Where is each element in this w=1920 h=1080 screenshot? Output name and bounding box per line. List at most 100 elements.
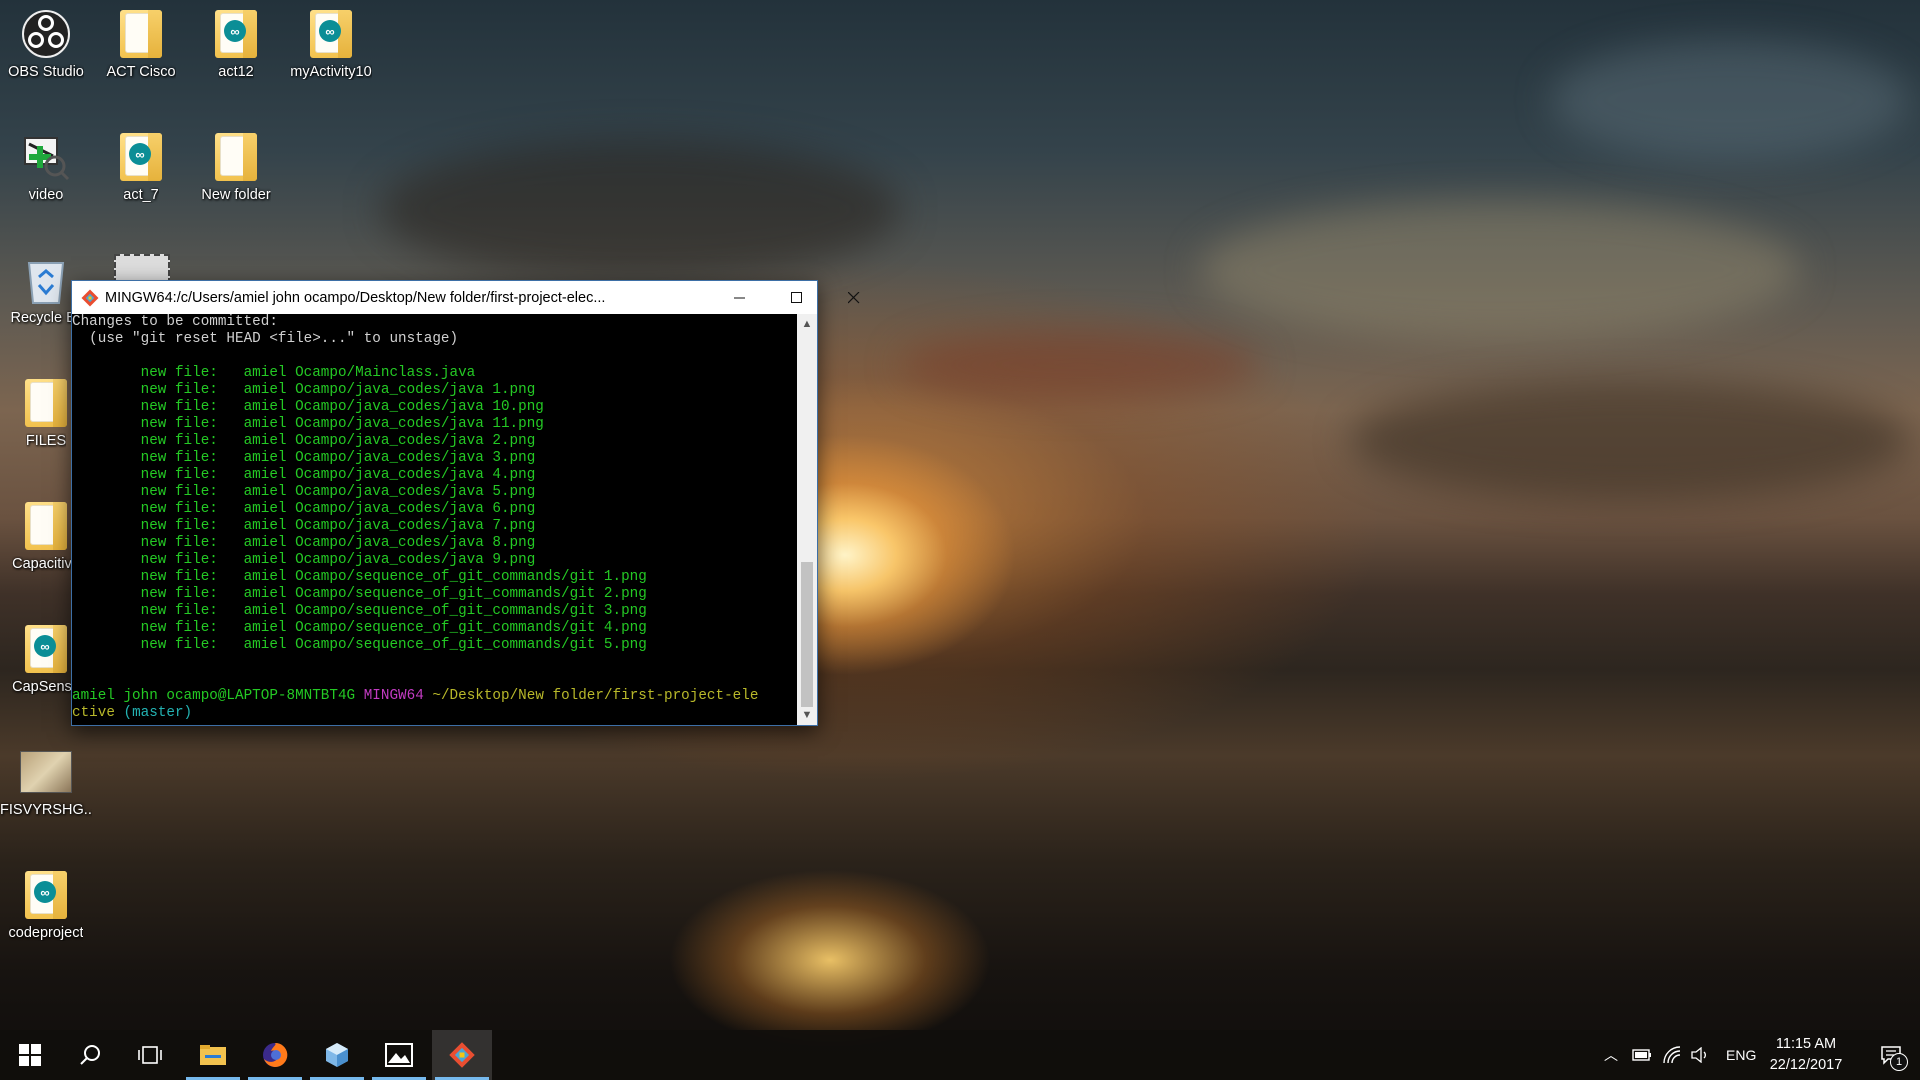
desktop-icon-obs-studio[interactable]: OBS Studio <box>0 8 92 80</box>
prompt-path-cont: ctive <box>72 705 115 721</box>
chevron-up-icon[interactable]: ︿ <box>1600 1045 1622 1065</box>
arduino-icon: ∞ <box>20 623 72 675</box>
staged-file-line: new file: amiel Ocampo/java_codes/java 5… <box>72 484 536 500</box>
icon-label: New folder <box>201 187 271 203</box>
search-button[interactable] <box>60 1030 120 1080</box>
staged-file-line: new file: amiel Ocampo/sequence_of_git_c… <box>72 569 647 585</box>
taskbar-photos[interactable] <box>369 1030 429 1080</box>
staged-file-line: new file: amiel Ocampo/java_codes/java 9… <box>72 552 536 568</box>
icon-label: Capacitive <box>12 556 80 572</box>
staged-file-line: new file: amiel Ocampo/java_codes/java 6… <box>72 501 536 517</box>
close-button[interactable] <box>825 281 882 314</box>
start-button[interactable] <box>0 1030 60 1080</box>
folder-icon <box>20 500 72 552</box>
desktop-icon-fisvyrshg[interactable]: FISVYRSHG... <box>0 746 92 818</box>
firefox-icon <box>263 1042 288 1067</box>
desktop-icon-act12[interactable]: ∞ act12 <box>190 8 282 80</box>
staged-file-line: new file: amiel Ocampo/sequence_of_git_c… <box>72 586 647 602</box>
taskbar-firefox[interactable] <box>245 1030 305 1080</box>
minimize-icon <box>733 297 745 298</box>
prompt-env: MINGW64 <box>363 688 424 704</box>
icon-label: act_7 <box>123 187 159 203</box>
clock[interactable]: 11:15 AM 22/12/2017 <box>1756 1030 1856 1080</box>
window-title: MINGW64:/c/Users/amiel john ocampo/Deskt… <box>105 289 606 306</box>
taskbar-file-explorer[interactable] <box>183 1030 243 1080</box>
staged-file-line: new file: amiel Ocampo/java_codes/java 3… <box>72 450 536 466</box>
staged-file-line: new file: amiel Ocampo/sequence_of_git_c… <box>72 637 647 653</box>
language-indicator[interactable]: ENG <box>1726 1047 1756 1063</box>
wifi-icon[interactable] <box>1662 1046 1682 1064</box>
desktop-icon-myactivity10[interactable]: ∞ myActivity10 <box>285 8 377 80</box>
desktop-icon-codeproject[interactable]: ∞ codeproject <box>0 869 92 941</box>
prompt-line: amiel john ocampo@LAPTOP-8MNTBT4G MINGW6… <box>72 688 796 705</box>
staged-file-line: new file: amiel Ocampo/java_codes/java 1… <box>72 399 544 415</box>
clock-time: 11:15 AM <box>1775 1036 1837 1052</box>
close-icon <box>847 291 859 303</box>
terminal-line: (use "git reset HEAD <file>..." to unsta… <box>72 331 459 347</box>
folder-icon <box>115 8 167 60</box>
prompt-line-cont: ctive (master) <box>72 705 796 722</box>
action-center-button[interactable]: 1 <box>1862 1030 1920 1080</box>
staged-file-line: new file: amiel Ocampo/java_codes/java 1… <box>72 416 544 432</box>
terminal-scrollbar[interactable]: ▲ ▼ <box>797 314 817 725</box>
file-explorer-icon <box>200 1045 226 1065</box>
scroll-down-arrow-icon[interactable]: ▼ <box>797 705 817 725</box>
prompt-user: amiel john ocampo@LAPTOP-8MNTBT4G <box>72 688 356 704</box>
image-thumbnail-icon <box>20 746 72 798</box>
arduino-icon: ∞ <box>20 869 72 921</box>
icon-label: act12 <box>218 64 254 80</box>
video-converter-icon <box>20 131 72 183</box>
obs-icon <box>20 8 72 60</box>
terminal-line: Changes to be committed: <box>72 314 278 330</box>
arduino-icon: ∞ <box>305 8 357 60</box>
icon-label: video <box>28 187 64 203</box>
icon-label: codeproject <box>8 925 84 941</box>
cloud <box>900 330 1260 400</box>
arduino-icon: ∞ <box>210 8 262 60</box>
notification-count-badge: 1 <box>1890 1053 1908 1071</box>
volume-icon[interactable] <box>1690 1047 1710 1063</box>
scrollbar-thumb[interactable] <box>801 562 813 707</box>
prompt-branch: (master) <box>123 705 193 721</box>
desktop-icon-new-folder[interactable]: New folder <box>190 131 282 203</box>
desktop-icon-video[interactable]: video <box>0 131 92 203</box>
git-bash-icon <box>449 1042 475 1068</box>
cloud <box>1200 200 1800 340</box>
cloud <box>380 140 900 280</box>
icon-label: FILES <box>25 433 67 449</box>
photos-icon <box>385 1043 413 1067</box>
staged-file-line: new file: amiel Ocampo/java_codes/java 1… <box>72 382 536 398</box>
cloud <box>1550 40 1910 160</box>
3d-builder-icon <box>326 1043 348 1067</box>
arduino-icon: ∞ <box>115 131 167 183</box>
maximize-icon <box>790 291 802 303</box>
window-titlebar[interactable]: MINGW64:/c/Users/amiel john ocampo/Deskt… <box>72 281 859 314</box>
folder-icon <box>20 377 72 429</box>
task-view-icon <box>138 1046 162 1064</box>
git-bash-window[interactable]: MINGW64:/c/Users/amiel john ocampo/Deskt… <box>71 280 859 726</box>
system-tray: ︿ ENG <box>1600 1030 1756 1080</box>
task-view-button[interactable] <box>120 1030 180 1080</box>
icon-label: myActivity10 <box>290 64 372 80</box>
search-icon <box>80 1045 100 1065</box>
staged-file-line: new file: amiel Ocampo/java_codes/java 7… <box>72 518 536 534</box>
taskbar-git-bash[interactable] <box>432 1030 492 1080</box>
icon-label: OBS Studio <box>8 64 84 80</box>
desktop-icon-act7[interactable]: ∞ act_7 <box>95 131 187 203</box>
maximize-button[interactable] <box>768 281 825 314</box>
minimize-button[interactable] <box>711 281 768 314</box>
staged-file-line: new file: amiel Ocampo/sequence_of_git_c… <box>72 620 647 636</box>
staged-file-line: new file: amiel Ocampo/java_codes/java 8… <box>72 535 536 551</box>
taskbar: ︿ ENG 11:15 AM 22/12/2017 1 <box>0 1030 1920 1080</box>
git-bash-icon <box>81 289 99 306</box>
taskbar-3d-builder[interactable] <box>307 1030 367 1080</box>
clock-date: 22/12/2017 <box>1769 1057 1843 1073</box>
cloud <box>1350 380 1910 500</box>
desktop-icon-act-cisco[interactable]: ACT Cisco <box>95 8 187 80</box>
terminal-output[interactable]: Changes to be committed: (use "git reset… <box>72 314 796 725</box>
scroll-up-arrow-icon[interactable]: ▲ <box>797 314 817 334</box>
staged-file-line: new file: amiel Ocampo/java_codes/java 4… <box>72 467 536 483</box>
icon-label: FISVYRSHG... <box>0 802 92 818</box>
battery-icon[interactable] <box>1632 1048 1652 1062</box>
